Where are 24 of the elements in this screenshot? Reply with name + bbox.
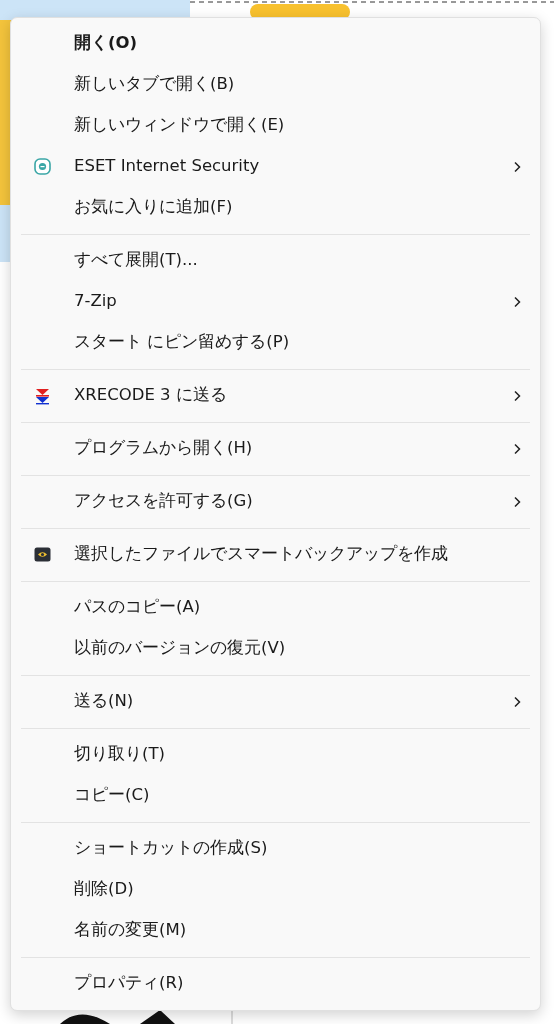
menu-item[interactable]: 切り取り(T) xyxy=(15,734,536,775)
eset-icon xyxy=(33,157,52,176)
menu-item[interactable]: すべて展開(T)... xyxy=(15,240,536,281)
menu-item[interactable]: 7-Zip xyxy=(15,281,536,322)
menu-item[interactable]: アクセスを許可する(G) xyxy=(15,481,536,522)
menu-item[interactable]: 選択したファイルでスマートバックアップを作成 xyxy=(15,534,536,575)
menu-item[interactable]: ESET Internet Security xyxy=(15,146,536,187)
backup-icon xyxy=(33,545,52,564)
menu-item[interactable]: 送る(N) xyxy=(15,681,536,722)
menu-item[interactable]: お気に入りに追加(F) xyxy=(15,187,536,228)
menu-item[interactable]: 新しいタブで開く(B) xyxy=(15,64,536,105)
menu-item[interactable]: プログラムから開く(H) xyxy=(15,428,536,469)
menu-item[interactable]: コピー(C) xyxy=(15,775,536,816)
menu-item[interactable]: 以前のバージョンの復元(V) xyxy=(15,628,536,669)
double-arrow-icon xyxy=(33,386,52,405)
menu-item[interactable]: 名前の変更(M) xyxy=(15,910,536,951)
menu-item[interactable]: 新しいウィンドウで開く(E) xyxy=(15,105,536,146)
menu-item[interactable]: 削除(D) xyxy=(15,869,536,910)
menu-item[interactable]: ショートカットの作成(S) xyxy=(15,828,536,869)
menu-item[interactable]: パスのコピー(A) xyxy=(15,587,536,628)
menu-item[interactable]: スタート にピン留めする(P) xyxy=(15,322,536,363)
menu-item[interactable]: プロパティ(R) xyxy=(15,963,536,1004)
menu-item[interactable]: 開く(O) xyxy=(15,23,536,64)
menu-item[interactable]: XRECODE 3 に送る xyxy=(15,375,536,416)
